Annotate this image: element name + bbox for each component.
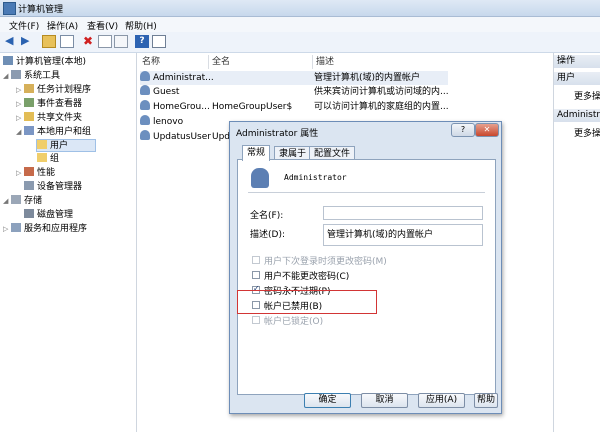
expand-icon[interactable]: ▷ xyxy=(16,167,24,180)
description-label: 描述(D): xyxy=(250,230,285,240)
user-icon xyxy=(140,115,150,125)
window-titlebar: 计算机管理 xyxy=(0,0,600,17)
expand-icon[interactable]: ▷ xyxy=(16,98,24,111)
tools-icon xyxy=(11,70,21,79)
tree-item-event-viewer[interactable]: ▷ 事件查看器 xyxy=(16,98,82,111)
apply-button[interactable]: 应用(A) xyxy=(418,393,465,408)
tree-item-performance[interactable]: ▷ 性能 xyxy=(16,167,55,180)
console-view-icon[interactable] xyxy=(152,35,166,48)
collapse-icon[interactable]: ◢ xyxy=(3,195,11,208)
device-manager-icon xyxy=(24,181,34,190)
cannot-change-password-label: 用户不能更改密码(C) xyxy=(264,272,350,282)
window-title: 计算机管理 xyxy=(18,5,64,15)
tree-item-task-scheduler[interactable]: ▷ 任务计划程序 xyxy=(16,84,91,97)
event-viewer-icon xyxy=(24,98,34,107)
storage-icon xyxy=(11,195,21,204)
folder-icon xyxy=(37,140,47,149)
more-actions-link[interactable]: 更多操 xyxy=(574,126,600,139)
table-row[interactable]: HomeGrou... HomeGroupUser$ 可以访问计算机的家庭组的内… xyxy=(140,100,552,114)
services-icon xyxy=(11,223,21,232)
up-folder-icon[interactable] xyxy=(42,35,56,48)
user-icon xyxy=(140,130,150,140)
tree-item-users[interactable]: 用户 xyxy=(36,139,96,152)
column-separator[interactable] xyxy=(312,55,313,69)
tree-item-shared-folders[interactable]: ▷ 共享文件夹 xyxy=(16,112,82,125)
actions-pane: 操作 用户 更多操 Administra... 更多操 xyxy=(553,53,600,432)
help-button[interactable]: ? xyxy=(451,123,475,137)
close-button[interactable]: ✕ xyxy=(475,123,499,137)
navigation-tree: 计算机管理(本地) ◢ 系统工具 ▷ 任务计划程序 ▷ 事件查看器 ▷ 共享文件夹 ◢ 本… xyxy=(0,53,137,432)
properties-dialog: Administrator 属性 ✕ ? 常规 隶属于 配置文件 Adminis… xyxy=(229,121,502,414)
tree-item-storage[interactable]: ◢ 存储 xyxy=(3,195,42,208)
collapse-icon[interactable]: ◢ xyxy=(3,70,11,83)
table-row[interactable]: Administrat... 管理计算机(域)的内置帐户 xyxy=(140,71,448,85)
tree-item-device-manager[interactable]: 设备管理器 xyxy=(24,181,82,194)
cancel-button[interactable]: 取消 xyxy=(361,393,408,408)
column-header-description[interactable]: 描述 xyxy=(316,55,334,69)
tree-root[interactable]: 计算机管理(本地) xyxy=(3,56,86,69)
actions-section-administrator[interactable]: Administra... xyxy=(554,109,600,122)
expand-icon[interactable]: ▷ xyxy=(16,84,24,97)
ok-button[interactable]: 确定 xyxy=(304,393,351,408)
actions-header: 操作 xyxy=(554,55,600,68)
folder-icon xyxy=(37,153,47,162)
clock-icon xyxy=(24,84,34,93)
fullname-field[interactable] xyxy=(323,206,483,220)
dialog-title: Administrator 属性 xyxy=(236,129,319,139)
user-avatar-icon xyxy=(251,168,269,188)
column-header-name[interactable]: 名称 xyxy=(142,55,160,69)
computer-icon xyxy=(3,56,13,65)
divider xyxy=(248,192,485,193)
help-dialog-button[interactable]: 帮助 xyxy=(474,393,498,408)
menu-bar: 文件(F) 操作(A) 查看(V) 帮助(H) xyxy=(0,17,600,33)
tree-item-local-users-groups[interactable]: ◢ 本地用户和组 xyxy=(16,126,91,139)
user-icon xyxy=(140,85,150,95)
users-icon xyxy=(24,126,34,135)
tree-item-services-apps[interactable]: ▷ 服务和应用程序 xyxy=(3,223,87,236)
account-locked-label: 帐户已锁定(O) xyxy=(264,317,324,327)
show-hide-tree-icon[interactable] xyxy=(60,35,74,48)
description-field[interactable]: 管理计算机(域)的内置帐户 xyxy=(323,224,483,246)
account-locked-checkbox[interactable] xyxy=(252,316,260,324)
toolbar: ◀ ▶ ✖ ? xyxy=(0,32,600,53)
disk-icon xyxy=(24,209,34,218)
forward-arrow-icon[interactable]: ▶ xyxy=(20,35,34,48)
tree-item-groups[interactable]: 组 xyxy=(37,153,59,166)
table-row[interactable]: Guest 供来宾访问计算机或访问域的内... xyxy=(140,85,449,99)
table-row[interactable]: UpdatusUser Upd xyxy=(140,130,240,144)
properties-icon[interactable] xyxy=(98,35,112,48)
shared-folder-icon xyxy=(24,112,34,121)
tree-item-disk-management[interactable]: 磁盘管理 xyxy=(24,209,73,222)
tab-general[interactable]: 常规 xyxy=(242,145,271,161)
menu-view[interactable]: 查看(V) xyxy=(87,19,118,32)
expand-icon[interactable]: ▷ xyxy=(3,223,11,236)
export-list-icon[interactable] xyxy=(114,35,128,48)
fullname-label: 全名(F): xyxy=(250,211,284,221)
cannot-change-password-checkbox[interactable] xyxy=(252,271,260,279)
back-arrow-icon[interactable]: ◀ xyxy=(4,35,18,48)
user-icon xyxy=(140,71,150,81)
more-actions-link[interactable]: 更多操 xyxy=(574,89,600,102)
must-change-password-label: 用户下次登录时须更改密码(M) xyxy=(264,257,387,267)
column-separator[interactable] xyxy=(208,55,209,69)
menu-action[interactable]: 操作(A) xyxy=(47,19,78,32)
table-row[interactable]: lenovo xyxy=(140,115,183,129)
collapse-icon[interactable]: ◢ xyxy=(16,126,24,139)
username-label: Administrator xyxy=(284,173,347,182)
menu-help[interactable]: 帮助(H) xyxy=(125,19,157,32)
highlight-box xyxy=(237,290,377,314)
actions-section-users[interactable]: 用户 xyxy=(554,72,600,85)
help-icon[interactable]: ? xyxy=(135,35,149,48)
performance-icon xyxy=(24,167,34,176)
tree-item-system-tools[interactable]: ◢ 系统工具 xyxy=(3,70,60,83)
must-change-password-checkbox[interactable] xyxy=(252,256,260,264)
general-tab-panel: Administrator 全名(F): 描述(D): 管理计算机(域)的内置帐… xyxy=(237,159,496,395)
computer-management-icon xyxy=(3,2,16,15)
column-header-fullname[interactable]: 全名 xyxy=(212,55,230,69)
delete-icon[interactable]: ✖ xyxy=(81,35,95,48)
expand-icon[interactable]: ▷ xyxy=(16,112,24,125)
user-icon xyxy=(140,100,150,110)
menu-file[interactable]: 文件(F) xyxy=(9,19,39,32)
